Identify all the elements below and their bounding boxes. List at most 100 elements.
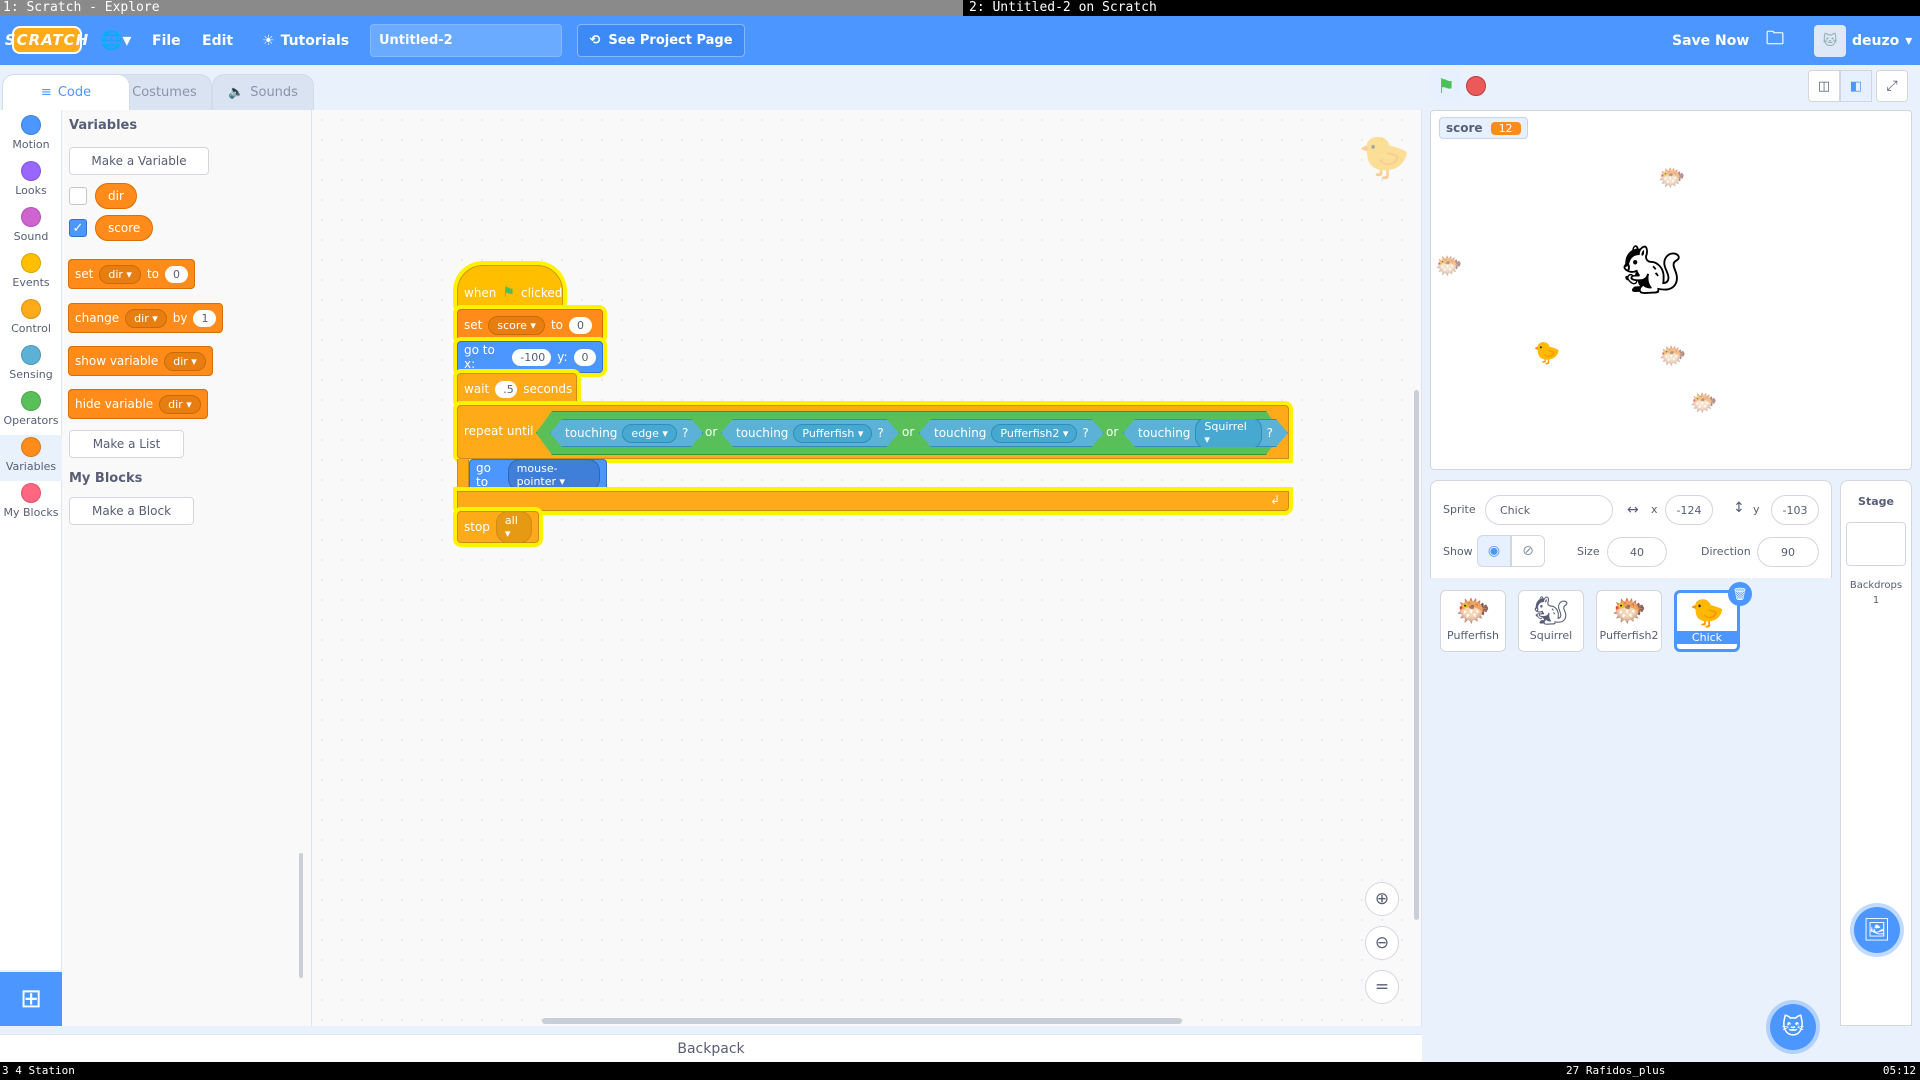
script-set-score-block[interactable]: set score ▾ to 0 (457, 309, 603, 341)
stage-pufferfish-icon[interactable]: 🐡 (1658, 166, 1685, 191)
show-sprite-button[interactable]: ◉ (1477, 535, 1511, 567)
window-tab-editor[interactable]: 2: Untitled-2 on Scratch (963, 0, 1920, 16)
repeat-until-block[interactable]: repeat until touching edge ▾? or touching… (457, 405, 1289, 459)
zoom-out-button[interactable]: ⊖ (1365, 926, 1399, 960)
stage-pufferfish-icon[interactable]: 🐡 (1659, 344, 1686, 369)
code-workspace[interactable]: 🐤 when ⚑ clicked set score ▾ to 0 go to … (312, 110, 1422, 1026)
hide-var-dropdown[interactable]: dir ▾ (159, 394, 201, 414)
project-title-input[interactable]: Untitled-2 (370, 24, 562, 57)
category-sound[interactable]: Sound (0, 207, 62, 243)
stage-canvas[interactable]: score 12 🐡 🐡 🐿 🐤 🐡 🐡 (1430, 110, 1912, 470)
sprite-x-input[interactable]: -124 (1665, 495, 1713, 525)
file-menu[interactable]: File (152, 16, 181, 65)
category-my-blocks[interactable]: My Blocks (0, 483, 62, 519)
change-var-dropdown[interactable]: dir ▾ (125, 308, 167, 328)
stop-sign-icon[interactable] (1466, 76, 1486, 96)
score-monitor[interactable]: score 12 (1439, 117, 1528, 139)
code-icon: ≡ (40, 85, 52, 100)
add-extension-button[interactable]: ⊞ (0, 972, 62, 1026)
goto-mouse-pointer-block[interactable]: go to mouse-pointer ▾ (469, 459, 607, 491)
score-checkbox[interactable]: ✓ (69, 219, 87, 237)
make-list-button[interactable]: Make a List (69, 430, 184, 458)
category-sensing[interactable]: Sensing (0, 345, 62, 381)
green-flag-button[interactable]: ⚑ (1430, 70, 1462, 102)
sprite-direction-input[interactable]: 90 (1757, 537, 1819, 567)
large-stage-button[interactable]: ◧ (1840, 70, 1872, 102)
category-motion[interactable]: Motion (0, 115, 62, 151)
goto-x-input[interactable]: -100 (512, 348, 552, 366)
stage-squirrel-icon[interactable]: 🐿 (1621, 241, 1682, 298)
script-set-value-input[interactable]: 0 (568, 316, 592, 334)
set-value-input[interactable]: 0 (164, 265, 188, 283)
goto-target-dropdown[interactable]: mouse-pointer ▾ (507, 459, 600, 491)
wait-block[interactable]: wait .5 seconds (457, 373, 577, 405)
save-now-button[interactable]: Save Now (1672, 16, 1749, 65)
touching-pufferfish-condition[interactable]: touching Pufferfish ▾? (721, 419, 899, 447)
choose-backdrop-button[interactable]: 🖼 (1854, 907, 1900, 953)
zoom-reset-button[interactable]: = (1365, 970, 1399, 1004)
stage-pufferfish-icon[interactable]: 🐡 (1435, 254, 1462, 279)
category-control[interactable]: Control (0, 299, 62, 335)
stage-pufferfish-icon[interactable]: 🐡 (1690, 391, 1717, 416)
touching-pufferfish-dropdown[interactable]: Pufferfish ▾ (793, 424, 872, 443)
choose-sprite-button[interactable]: 🐱 (1770, 1004, 1816, 1050)
category-variables[interactable]: Variables (0, 435, 62, 481)
sprite-size-input[interactable]: 40 (1607, 537, 1667, 567)
category-operators[interactable]: Operators (0, 391, 62, 427)
hide-variable-block[interactable]: hide variable dir ▾ (68, 389, 208, 419)
touching-pufferfish2-condition[interactable]: touching Pufferfish2 ▾? (919, 419, 1104, 447)
language-globe-icon[interactable]: 🌐▾ (100, 16, 131, 65)
script-set-var-dropdown[interactable]: score ▾ (488, 315, 545, 335)
sprite-thumb-pufferfish2[interactable]: 🐡 Pufferfish2 (1596, 590, 1662, 652)
window-tab-explore[interactable]: 1: Scratch - Explore (0, 0, 963, 16)
touching-edge-condition[interactable]: touching edge ▾? (550, 419, 703, 447)
edit-menu[interactable]: Edit (202, 16, 233, 65)
stage-thumbnail[interactable] (1846, 522, 1906, 566)
stage-chick-icon[interactable]: 🐤 (1533, 341, 1560, 366)
sprite-thumb-squirrel[interactable]: 🐿 Squirrel (1518, 590, 1584, 652)
tab-sounds[interactable]: 🔈 Sounds (212, 74, 314, 110)
sprite-thumb-pufferfish[interactable]: 🐡 Pufferfish (1440, 590, 1506, 652)
when-flag-clicked-block[interactable]: when ⚑ clicked (457, 265, 563, 309)
goto-y-input[interactable]: 0 (573, 348, 596, 366)
tab-code[interactable]: ≡ Code (2, 74, 130, 110)
sprite-y-input[interactable]: -103 (1771, 495, 1819, 525)
sprite-name-input[interactable]: Chick (1485, 495, 1613, 525)
stop-all-block[interactable]: stop all ▾ (457, 511, 539, 543)
stop-dropdown[interactable]: all ▾ (495, 511, 532, 543)
backpack-bar[interactable]: Backpack (0, 1034, 1422, 1062)
my-stuff-folder-icon[interactable]: 🗀 (1766, 16, 1784, 65)
stage-target-panel[interactable]: Stage Backdrops 1 🖼 (1840, 480, 1912, 1026)
account-menu[interactable]: 🐱 deuzo ▾ (1814, 16, 1912, 65)
scratch-logo[interactable]: SCRATCH (5, 26, 88, 54)
palette-scrollbar[interactable] (299, 853, 303, 978)
change-variable-block[interactable]: change dir ▾ by 1 (68, 303, 224, 333)
fullscreen-button[interactable]: ⤢ (1876, 70, 1908, 102)
change-value-input[interactable]: 1 (193, 309, 217, 327)
workspace-vertical-scrollbar[interactable] (1414, 390, 1419, 920)
var-dir-reporter[interactable]: dir (95, 183, 137, 209)
wait-seconds-input[interactable]: .5 (495, 380, 518, 398)
make-block-button[interactable]: Make a Block (69, 497, 194, 525)
set-variable-block[interactable]: set dir ▾ to 0 (68, 259, 195, 289)
make-variable-button[interactable]: Make a Variable (69, 147, 209, 175)
goto-xy-block[interactable]: go to x: -100 y: 0 (457, 341, 603, 373)
show-variable-block[interactable]: show variable dir ▾ (68, 346, 213, 376)
category-looks[interactable]: Looks (0, 161, 62, 197)
set-var-dropdown[interactable]: dir ▾ (99, 264, 141, 284)
small-stage-button[interactable]: ◫ (1808, 70, 1840, 102)
hide-sprite-button[interactable]: ⊘ (1511, 535, 1545, 567)
delete-sprite-button[interactable]: 🗑 (1728, 582, 1752, 606)
var-score-reporter[interactable]: score (95, 215, 154, 241)
touching-squirrel-dropdown[interactable]: Squirrel ▾ (1195, 417, 1261, 449)
dir-checkbox[interactable] (69, 187, 87, 205)
see-project-page-button[interactable]: ⟲ See Project Page (577, 24, 745, 57)
zoom-in-button[interactable]: ⊕ (1365, 882, 1399, 916)
touching-pufferfish2-dropdown[interactable]: Pufferfish2 ▾ (991, 424, 1077, 443)
touching-squirrel-condition[interactable]: touching Squirrel ▾? (1123, 419, 1288, 447)
category-events[interactable]: Events (0, 253, 62, 289)
touching-edge-dropdown[interactable]: edge ▾ (622, 424, 677, 443)
workspace-horizontal-scrollbar[interactable] (542, 1018, 1182, 1024)
show-var-dropdown[interactable]: dir ▾ (164, 351, 206, 371)
tutorials-button[interactable]: ☀ Tutorials (262, 16, 349, 65)
